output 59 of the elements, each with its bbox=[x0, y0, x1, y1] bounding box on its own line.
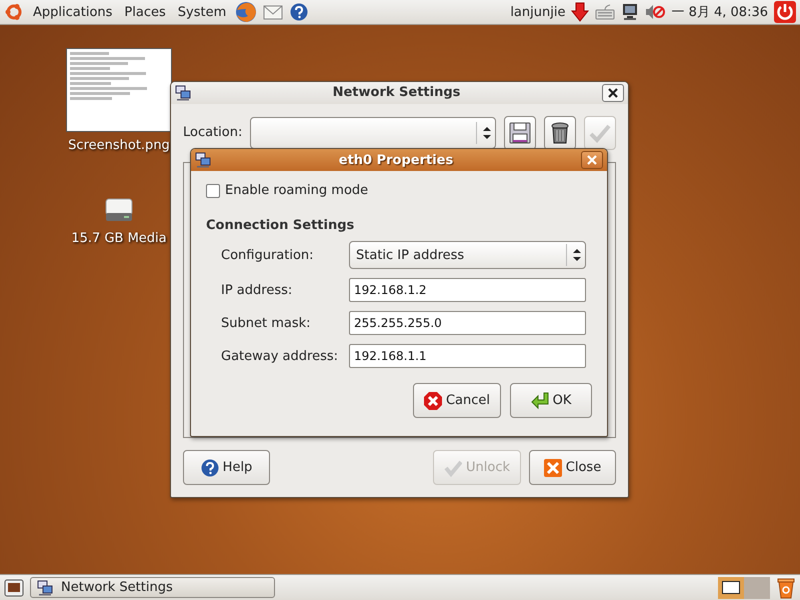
show-desktop-icon[interactable] bbox=[4, 578, 24, 596]
close-icon bbox=[608, 88, 618, 98]
taskbar-button[interactable]: Network Settings bbox=[30, 577, 275, 598]
window-thumbnail bbox=[722, 581, 740, 594]
delete-button[interactable] bbox=[544, 116, 576, 150]
input-field[interactable]: 192.168.1.2 bbox=[349, 278, 586, 302]
close-button[interactable] bbox=[602, 84, 624, 102]
configuration-dropdown[interactable]: Static IP address bbox=[349, 241, 586, 269]
ok-button[interactable]: OK bbox=[510, 383, 592, 418]
input-field[interactable]: 255.255.255.0 bbox=[349, 311, 586, 335]
field-label: Subnet mask: bbox=[221, 316, 312, 330]
input-field[interactable]: 192.168.1.1 bbox=[349, 344, 586, 368]
download-arrow-icon[interactable] bbox=[571, 2, 590, 22]
menu-item[interactable]: Places bbox=[121, 4, 169, 20]
power-icon[interactable] bbox=[774, 1, 796, 23]
user-name[interactable]: lanjunjie bbox=[510, 4, 566, 20]
ubuntu-logo-icon[interactable] bbox=[4, 2, 24, 22]
workspace-switcher-cell[interactable] bbox=[744, 576, 770, 598]
menu-item[interactable]: System bbox=[174, 4, 230, 20]
window-title: Network Settings bbox=[332, 85, 462, 100]
field-label: IP address: bbox=[221, 282, 294, 298]
help-button[interactable]: Help bbox=[183, 450, 270, 485]
icon-label[interactable]: Screenshot.png bbox=[68, 138, 170, 153]
section-heading: Connection Settings bbox=[206, 218, 356, 233]
network-icon bbox=[37, 580, 53, 596]
help-icon bbox=[200, 458, 219, 476]
return-arrow-icon bbox=[530, 392, 549, 410]
spin-arrows-icon bbox=[483, 126, 492, 139]
cancel-icon bbox=[424, 392, 442, 410]
field-label: Gateway address: bbox=[221, 348, 340, 364]
trash-can-icon bbox=[549, 122, 572, 144]
close-button[interactable]: Close bbox=[529, 450, 616, 485]
close-icon bbox=[587, 155, 597, 165]
checkbox-label: Enable roaming mode bbox=[225, 183, 368, 198]
cancel-button[interactable]: Cancel bbox=[412, 383, 501, 418]
checkbox[interactable] bbox=[206, 184, 220, 198]
field-label: Configuration: bbox=[221, 248, 315, 262]
network-icon bbox=[195, 152, 211, 168]
save-button[interactable] bbox=[504, 116, 536, 150]
check-mark-icon bbox=[444, 458, 462, 476]
clock[interactable]: 一 8月 4, 08:36 bbox=[671, 3, 768, 21]
muted-speaker-icon[interactable] bbox=[645, 4, 666, 20]
location-dropdown[interactable] bbox=[250, 116, 496, 149]
monitor-icon[interactable] bbox=[621, 3, 640, 21]
roaming-checkbox[interactable]: Enable roaming mode bbox=[206, 183, 592, 198]
spin-arrows-icon bbox=[573, 249, 581, 261]
trash-can-icon[interactable] bbox=[776, 576, 796, 598]
menu-item[interactable]: Applications bbox=[30, 4, 116, 20]
icon-label[interactable]: 15.7 GB Media bbox=[71, 231, 167, 246]
field-label: Location: bbox=[183, 125, 242, 140]
close-button[interactable] bbox=[581, 151, 603, 169]
workspace-switcher-cell[interactable] bbox=[718, 576, 744, 598]
close-icon bbox=[544, 458, 562, 476]
window-title: eth0 Properties bbox=[338, 152, 454, 168]
network-icon bbox=[175, 84, 191, 101]
browser-globe-icon[interactable] bbox=[235, 1, 258, 23]
screenshot-thumbnail[interactable] bbox=[66, 48, 172, 132]
help-icon[interactable] bbox=[289, 2, 310, 22]
keyboard-icon[interactable] bbox=[595, 4, 616, 20]
